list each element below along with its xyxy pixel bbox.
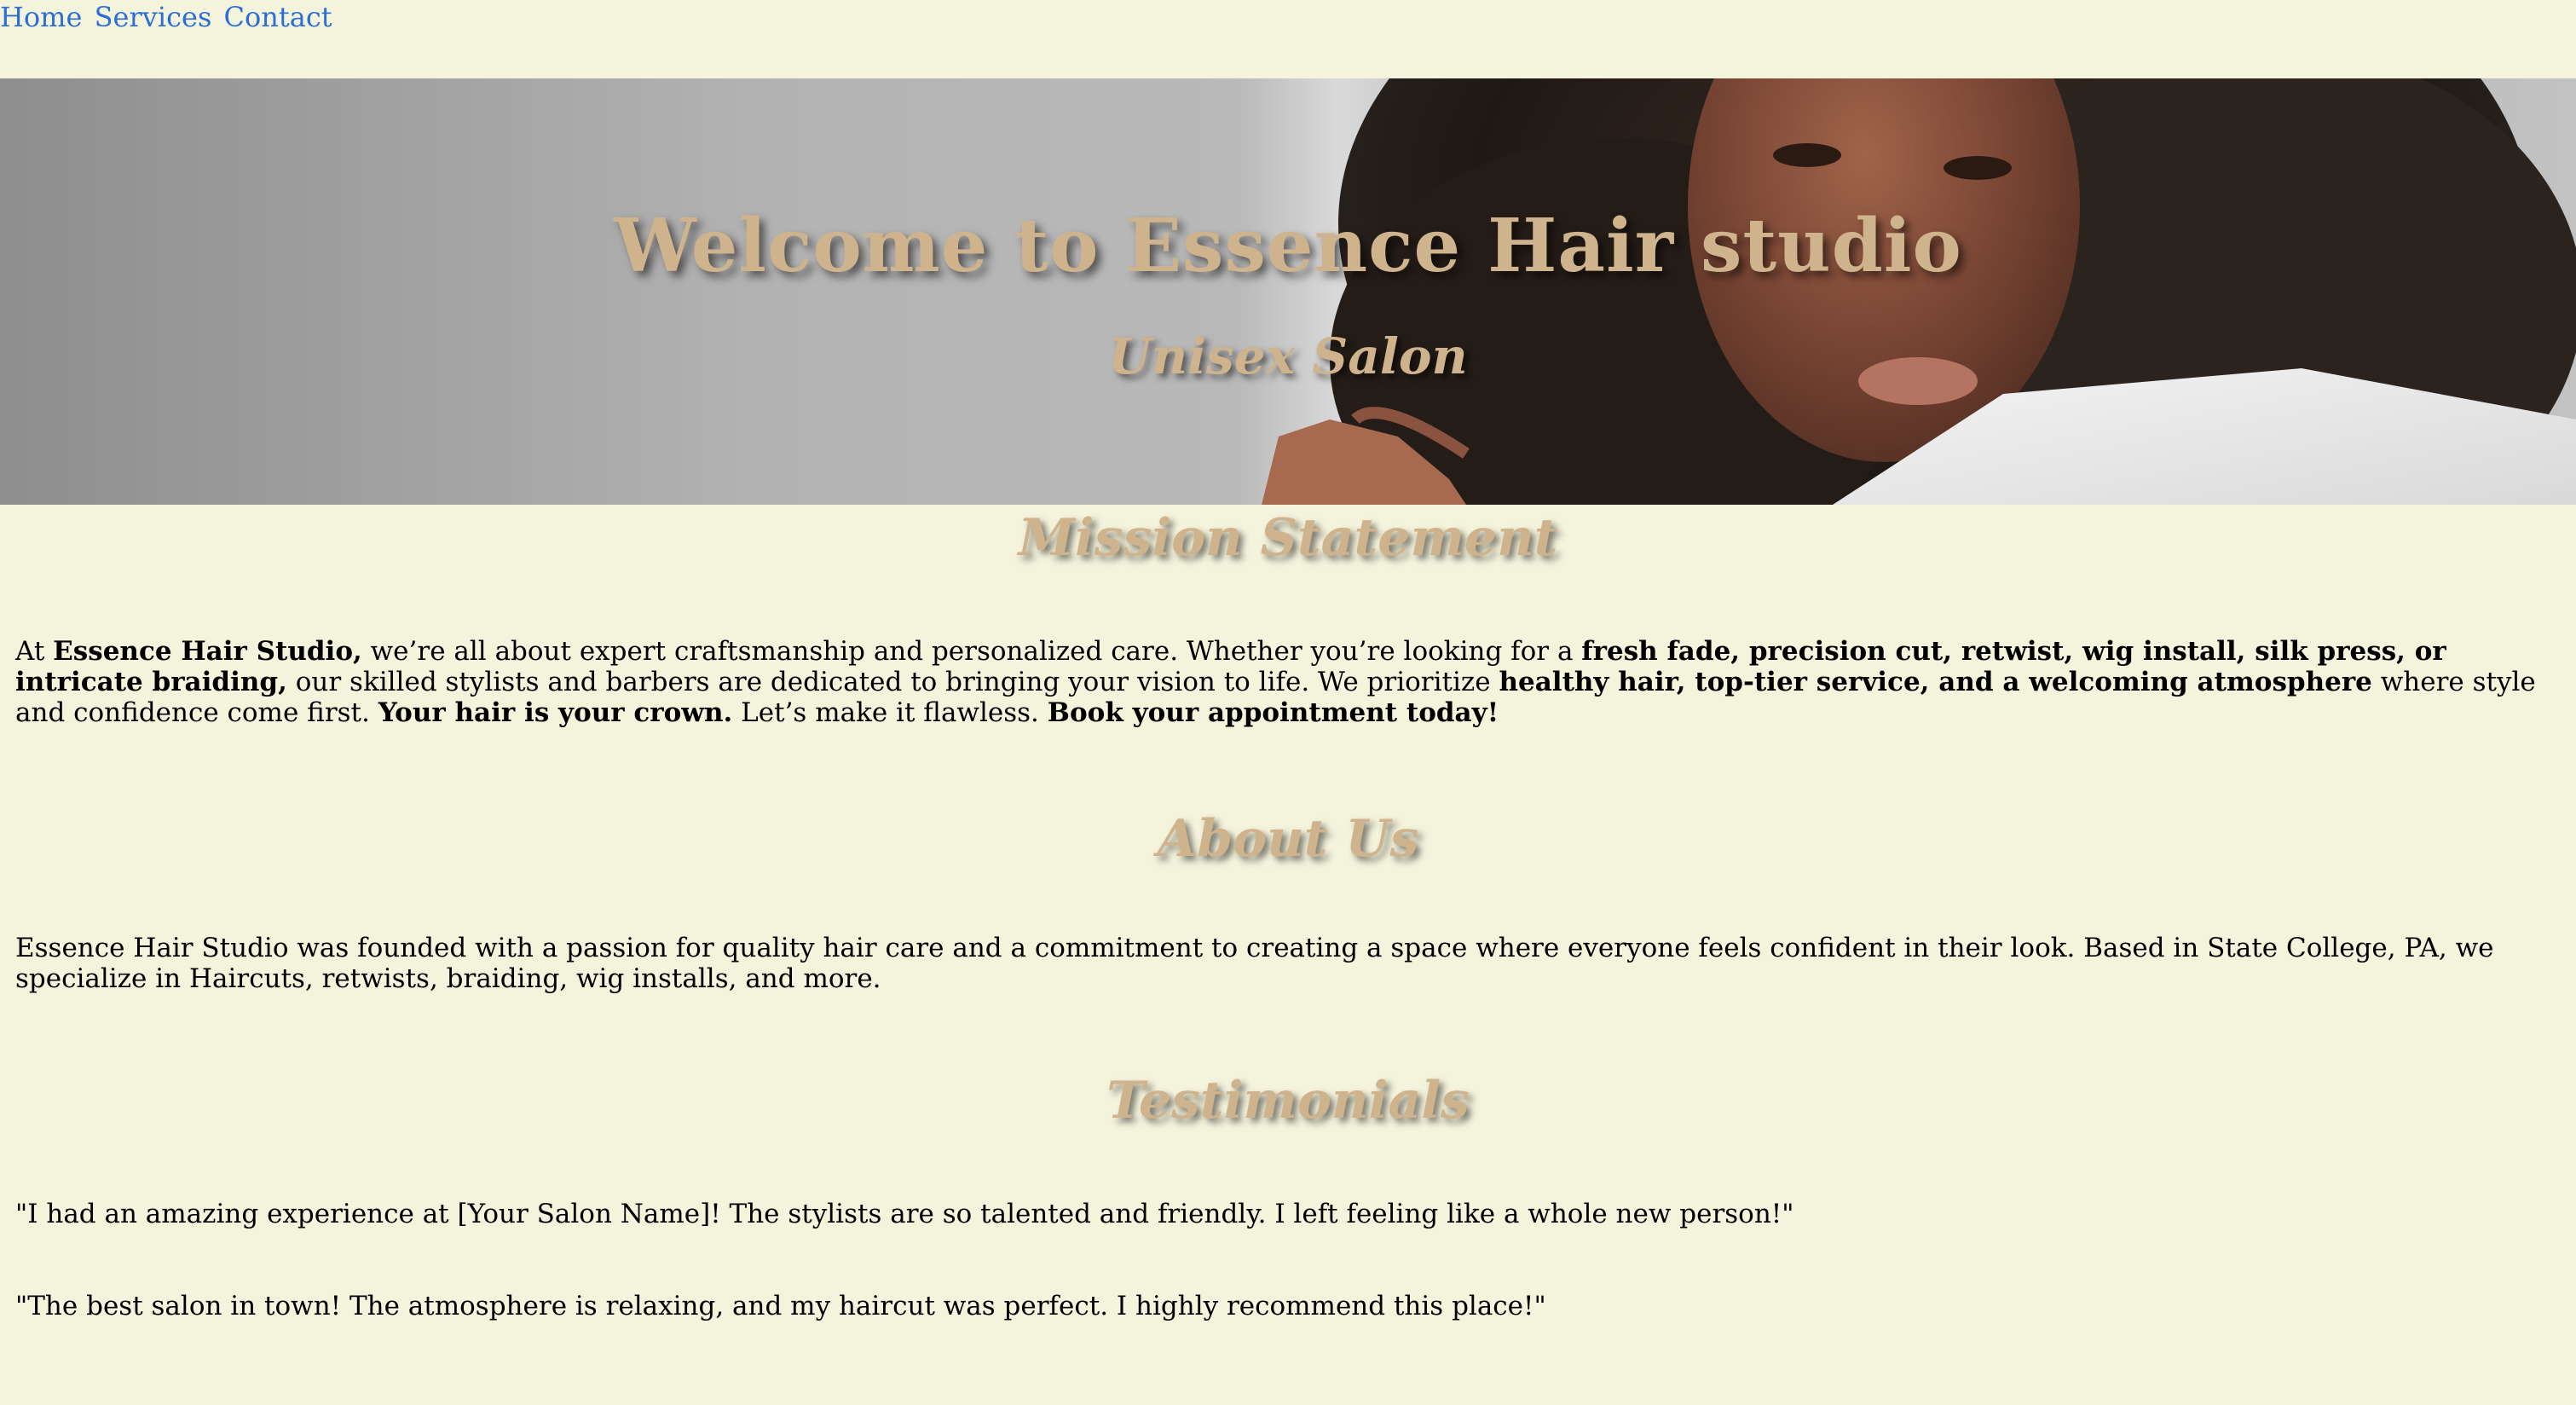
mission-bold-priorities: healthy hair, top-tier service, and a we… bbox=[1499, 667, 2372, 697]
nav-link-home[interactable]: Home bbox=[0, 1, 82, 33]
mission-text-part: At bbox=[15, 636, 54, 667]
mission-text-part: our skilled stylists and barbers are ded… bbox=[286, 667, 1499, 697]
mission-bold-crown: Your hair is your crown. bbox=[378, 697, 733, 728]
about-text: Essence Hair Studio was founded with a p… bbox=[15, 933, 2494, 994]
hero-subtitle: Unisex Salon bbox=[1108, 327, 1468, 386]
mission-bold-book: Book your appointment today! bbox=[1047, 697, 1499, 728]
mission-heading: Mission Statement bbox=[1018, 508, 1558, 568]
testimonial-quote: "I had an amazing experience at [Your Sa… bbox=[15, 1199, 1794, 1229]
mission-bold-studio: Essence Hair Studio, bbox=[53, 636, 362, 667]
nav-link-contact[interactable]: Contact bbox=[224, 1, 332, 33]
nav-link-services[interactable]: Services bbox=[95, 1, 212, 33]
mission-text-part: Let’s make it flawless. bbox=[732, 697, 1048, 728]
hero-title: Welcome to Essence Hair studio bbox=[614, 202, 1962, 289]
testimonial-quote: "The best salon in town! The atmosphere … bbox=[15, 1291, 1546, 1321]
top-navigation: Home Services Contact bbox=[0, 0, 2576, 78]
testimonials-heading: Testimonials bbox=[1106, 1071, 1470, 1130]
about-heading: About Us bbox=[1157, 809, 1419, 869]
main-content: Mission Statement At Essence Hair Studio… bbox=[0, 508, 2576, 1321]
hero-model-photo bbox=[1262, 78, 2576, 505]
testimonials-section: Testimonials "I had an amazing experienc… bbox=[0, 1071, 2576, 1321]
mission-section: Mission Statement At Essence Hair Studio… bbox=[0, 508, 2576, 728]
mission-text-part: we’re all about expert craftsmanship and… bbox=[361, 636, 1582, 667]
hero-banner: Welcome to Essence Hair studio Unisex Sa… bbox=[0, 78, 2576, 505]
about-section: About Us Essence Hair Studio was founded… bbox=[0, 809, 2576, 994]
mission-text: At Essence Hair Studio, we’re all about … bbox=[15, 636, 2561, 728]
